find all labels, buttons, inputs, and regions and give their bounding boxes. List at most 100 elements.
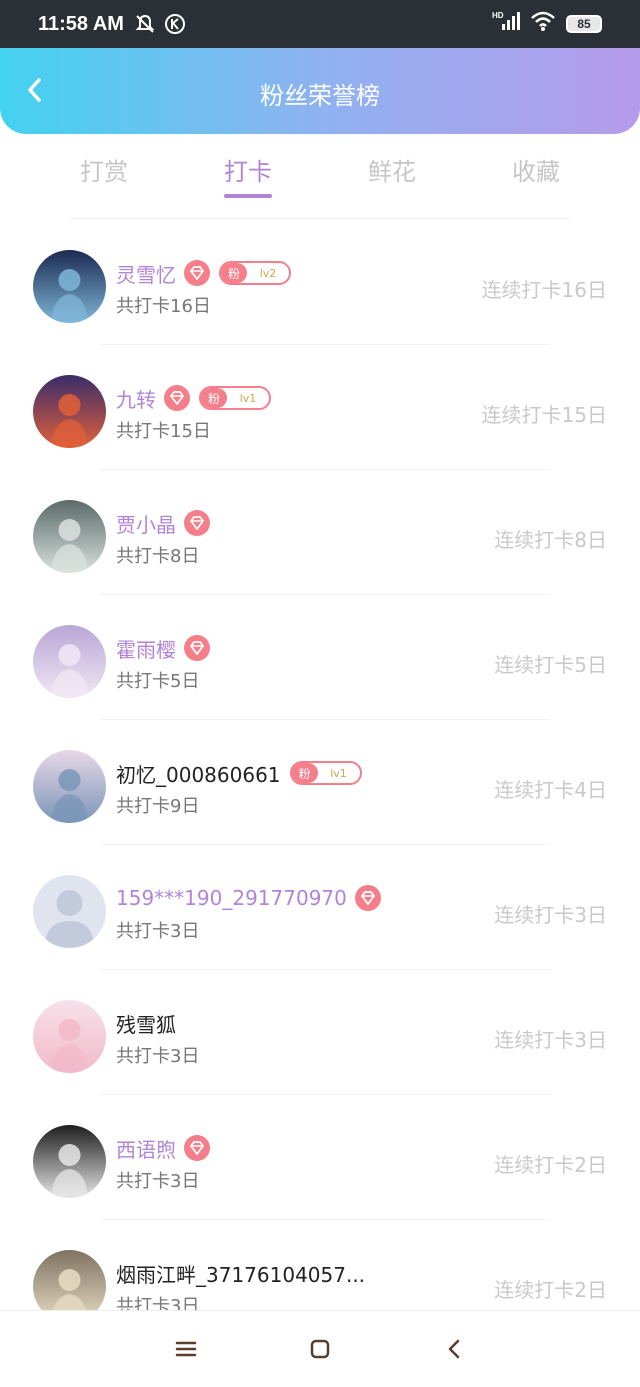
- signal-icon: HD: [492, 10, 520, 38]
- name-line: 贾小晶: [116, 508, 210, 538]
- diamond-badge-icon: [184, 635, 210, 661]
- fan-row[interactable]: 霍雨樱 共打卡5日 连续打卡5日: [0, 595, 640, 720]
- streak-checkin: 连续打卡8日: [494, 528, 607, 552]
- status-time: 11:58 AM: [38, 12, 124, 35]
- fan-name[interactable]: 西语煦: [116, 1134, 176, 1163]
- fan-info: 初忆_000860661 粉 lv1 共打卡9日: [116, 758, 362, 818]
- tab-favorites[interactable]: 收藏: [465, 134, 608, 218]
- streak-checkin: 连续打卡2日: [494, 1278, 607, 1302]
- name-line: 灵雪忆 粉 lv2: [116, 258, 291, 288]
- name-line: 残雪狐: [116, 1008, 199, 1038]
- fan-badge-level: lv1: [239, 391, 257, 405]
- home-square-icon: [310, 1339, 330, 1359]
- streak-checkin: 连续打卡3日: [494, 903, 607, 927]
- mute-bell-icon: [134, 13, 156, 35]
- diamond-badge-icon: [184, 510, 210, 536]
- k-app-icon: [164, 13, 186, 35]
- streak-checkin: 连续打卡15日: [481, 403, 607, 427]
- fan-name[interactable]: 灵雪忆: [116, 259, 176, 288]
- fan-row[interactable]: 159***190_291770970 共打卡3日 连续打卡3日: [0, 845, 640, 970]
- total-checkin: 共打卡3日: [116, 921, 200, 942]
- total-checkin: 共打卡8日: [116, 546, 200, 567]
- diamond-badge-icon: [164, 385, 190, 411]
- fan-info: 159***190_291770970 共打卡3日: [116, 883, 381, 943]
- fan-info: 烟雨江畔_37176104057... 共打卡3日: [116, 1258, 365, 1311]
- avatar[interactable]: [33, 875, 106, 948]
- name-line: 九转 粉 lv1: [116, 383, 271, 413]
- menu-icon: [175, 1341, 197, 1357]
- recents-button[interactable]: [119, 1339, 253, 1359]
- avatar[interactable]: [33, 625, 106, 698]
- system-nav-bar: [0, 1310, 640, 1387]
- total-checkin: 共打卡3日: [116, 1046, 200, 1067]
- fan-row[interactable]: 残雪狐 共打卡3日 连续打卡3日: [0, 970, 640, 1095]
- home-button[interactable]: [253, 1338, 387, 1360]
- fan-name[interactable]: 159***190_291770970: [116, 886, 347, 910]
- avatar[interactable]: [33, 1250, 106, 1310]
- avatar[interactable]: [33, 1125, 106, 1198]
- fan-row[interactable]: 烟雨江畔_37176104057... 共打卡3日 连续打卡2日: [0, 1220, 640, 1310]
- avatar[interactable]: [33, 500, 106, 573]
- fan-list[interactable]: 灵雪忆粉 lv2 共打卡16日 连续打卡16日 九转粉 lv1 共打卡15日 连续打…: [0, 220, 640, 1310]
- name-line: 初忆_000860661 粉 lv1: [116, 758, 362, 788]
- fan-badge-level: lv2: [259, 266, 277, 280]
- diamond-badge-icon: [354, 885, 381, 911]
- back-chevron-icon: [448, 1339, 460, 1359]
- tab-flowers[interactable]: 鲜花: [321, 134, 464, 218]
- status-bar: 11:58 AM HD 85: [0, 0, 640, 48]
- tab-indicator: [224, 194, 272, 198]
- tab-bar: 打赏 打卡 鲜花 收藏: [32, 134, 608, 218]
- name-line: 159***190_291770970: [116, 883, 381, 913]
- fan-badge-level: lv1: [330, 766, 347, 780]
- tab-reward[interactable]: 打赏: [33, 134, 176, 218]
- streak-checkin: 连续打卡5日: [494, 653, 607, 677]
- fan-row[interactable]: 贾小晶 共打卡8日 连续打卡8日: [0, 470, 640, 595]
- fan-badge-label: 粉: [291, 763, 318, 783]
- streak-checkin: 连续打卡3日: [494, 1028, 607, 1052]
- fan-name[interactable]: 霍雨樱: [116, 634, 176, 663]
- fan-row[interactable]: 灵雪忆 粉 lv2 共打卡16日 连续打卡16日: [0, 220, 640, 345]
- svg-text:HD: HD: [492, 11, 504, 20]
- fan-row[interactable]: 西语煦 共打卡3日 连续打卡2日: [0, 1095, 640, 1220]
- total-checkin: 共打卡5日: [116, 671, 200, 692]
- fan-row[interactable]: 初忆_000860661 粉 lv1 共打卡9日 连续打卡4日: [0, 720, 640, 845]
- fan-level-badge: 粉 lv1: [289, 761, 362, 785]
- total-checkin: 共打卡16日: [116, 296, 211, 317]
- fan-name[interactable]: 烟雨江畔_37176104057...: [116, 1259, 365, 1288]
- fan-badge-label: 粉: [201, 388, 227, 408]
- nav-back-button[interactable]: [387, 1338, 521, 1360]
- fan-name[interactable]: 残雪狐: [116, 1009, 176, 1038]
- fan-row[interactable]: 九转 粉 lv1 共打卡15日 连续打卡15日: [0, 345, 640, 470]
- avatar[interactable]: [33, 750, 106, 823]
- fan-badge-label: 粉: [221, 263, 247, 283]
- fan-level-badge: 粉 lv2: [219, 261, 291, 285]
- streak-checkin: 连续打卡2日: [494, 1153, 607, 1177]
- fan-info: 霍雨樱 共打卡5日: [116, 633, 210, 693]
- fan-info: 残雪狐 共打卡3日: [116, 1008, 199, 1068]
- streak-checkin: 连续打卡4日: [494, 778, 607, 802]
- name-line: 霍雨樱: [116, 633, 210, 663]
- fan-level-badge: 粉 lv1: [199, 386, 271, 410]
- streak-checkin: 连续打卡16日: [481, 278, 607, 302]
- fan-info: 灵雪忆 粉 lv2 共打卡16日: [116, 258, 291, 318]
- total-checkin: 共打卡9日: [116, 796, 200, 817]
- fan-name[interactable]: 九转: [116, 384, 156, 413]
- page-title: 粉丝荣誉榜: [260, 82, 380, 110]
- fan-info: 贾小晶 共打卡8日: [116, 508, 210, 568]
- total-checkin: 共打卡3日: [116, 1171, 200, 1192]
- fan-info: 西语煦 共打卡3日: [116, 1133, 210, 1193]
- name-line: 西语煦: [116, 1133, 210, 1163]
- tab-checkin[interactable]: 打卡: [177, 134, 320, 218]
- fan-name[interactable]: 贾小晶: [116, 509, 176, 538]
- battery-indicator: 85: [566, 15, 602, 33]
- total-checkin: 共打卡15日: [116, 421, 211, 442]
- fan-name[interactable]: 初忆_000860661: [116, 759, 281, 788]
- total-checkin: 共打卡3日: [116, 1296, 200, 1310]
- avatar[interactable]: [33, 375, 106, 448]
- avatar[interactable]: [33, 250, 106, 323]
- divider: [70, 218, 570, 219]
- avatar[interactable]: [33, 1000, 106, 1073]
- fan-info: 九转 粉 lv1 共打卡15日: [116, 383, 271, 443]
- diamond-badge-icon: [184, 1135, 210, 1161]
- diamond-badge-icon: [184, 260, 210, 286]
